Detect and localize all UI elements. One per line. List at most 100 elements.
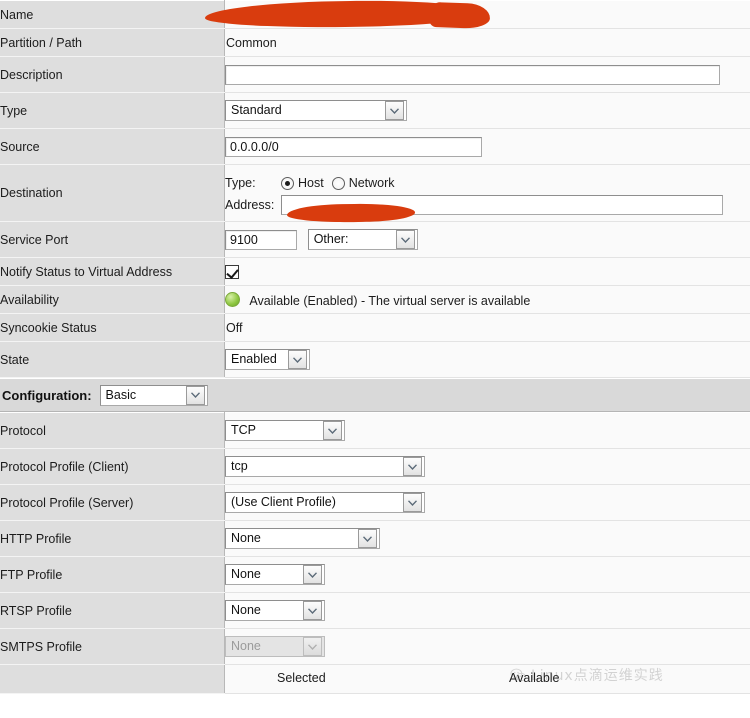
destination-address-input[interactable] <box>281 194 723 215</box>
row-service-port: Service Port Other: <box>0 221 750 258</box>
chevron-down-icon <box>403 457 422 476</box>
label-protocol-profile-server: Protocol Profile (Server) <box>0 484 225 521</box>
chevron-down-icon <box>303 637 322 656</box>
availability-status-text: Available (Enabled) - The virtual server… <box>249 293 531 308</box>
label-rtsp-profile: RTSP Profile <box>0 592 225 629</box>
rtsp-profile-value: None <box>231 603 261 617</box>
value-protocol-profile-client: tcp <box>224 448 750 485</box>
protocol-select-value: TCP <box>231 423 256 437</box>
chevron-down-icon <box>385 101 404 120</box>
destination-type-row: Type: Host Network <box>225 172 750 194</box>
value-smtps-profile: None <box>224 628 750 665</box>
value-description <box>224 56 750 93</box>
row-state: State Enabled <box>0 341 750 378</box>
protocol-profile-client-select[interactable]: tcp <box>225 456 425 477</box>
label-partition-path: Partition / Path <box>0 28 225 57</box>
notify-status-checkbox[interactable] <box>225 264 239 279</box>
value-rtsp-profile: None <box>224 592 750 629</box>
row-http-profile: HTTP Profile None <box>0 520 750 557</box>
value-state: Enabled <box>224 341 750 378</box>
destination-address-row: Address: <box>225 193 750 216</box>
state-select[interactable]: Enabled <box>225 349 310 370</box>
smtps-profile-select: None <box>225 636 325 657</box>
radio-host-icon[interactable] <box>281 176 294 190</box>
description-input[interactable] <box>225 64 720 85</box>
rtsp-profile-select[interactable]: None <box>225 600 325 621</box>
label-name: Name <box>0 0 225 29</box>
row-protocol: Protocol TCP <box>0 412 750 449</box>
label-profile-lists-spacer <box>0 664 225 694</box>
row-type: Type Standard <box>0 92 750 129</box>
label-notify-status: Notify Status to Virtual Address <box>0 257 225 286</box>
value-profile-lists-header: Selected Available <box>224 664 750 694</box>
state-select-value: Enabled <box>231 352 277 366</box>
virtual-server-properties-page: Name Partition / Path Common Description… <box>0 0 750 718</box>
chevron-down-icon <box>185 385 205 405</box>
ftp-profile-select[interactable]: None <box>225 564 325 585</box>
destination-type-label: Type: <box>225 176 256 190</box>
partition-path-value: Common <box>226 35 277 50</box>
label-smtps-profile: SMTPS Profile <box>0 628 225 665</box>
chevron-down-icon <box>403 493 422 512</box>
row-name: Name <box>0 0 750 29</box>
configuration-bar: Configuration: Basic <box>0 378 750 412</box>
label-protocol: Protocol <box>0 412 225 449</box>
chevron-down-icon <box>288 350 307 369</box>
service-port-preset-select[interactable]: Other: <box>307 229 418 250</box>
label-ftp-profile: FTP Profile <box>0 556 225 593</box>
configuration-mode-select[interactable]: Basic <box>99 384 208 406</box>
label-protocol-profile-client: Protocol Profile (Client) <box>0 448 225 485</box>
type-select[interactable]: Standard <box>225 100 407 121</box>
service-port-input[interactable] <box>225 229 297 250</box>
protocol-profile-server-select[interactable]: (Use Client Profile) <box>225 492 425 513</box>
protocol-profile-server-value: (Use Client Profile) <box>231 495 336 509</box>
status-available-icon <box>225 291 240 307</box>
value-protocol-profile-server: (Use Client Profile) <box>224 484 750 521</box>
http-profile-value: None <box>231 531 261 545</box>
row-rtsp-profile: RTSP Profile None <box>0 592 750 629</box>
configuration-title: Configuration: <box>2 387 92 403</box>
row-syncookie-status: Syncookie Status Off <box>0 313 750 342</box>
value-protocol: TCP <box>224 412 750 449</box>
configuration-mode-value: Basic <box>105 387 137 402</box>
chevron-down-icon <box>303 565 322 584</box>
label-http-profile: HTTP Profile <box>0 520 225 557</box>
row-availability: Availability Available (Enabled) - The v… <box>0 285 750 314</box>
row-profile-lists-header: Selected Available <box>0 664 750 694</box>
row-partition-path: Partition / Path Common <box>0 28 750 57</box>
row-source: Source <box>0 128 750 165</box>
row-ftp-profile: FTP Profile None <box>0 556 750 593</box>
source-input[interactable] <box>225 136 482 157</box>
service-port-preset-value: Other: <box>313 232 349 246</box>
protocol-profile-client-value: tcp <box>231 459 248 473</box>
value-availability: Available (Enabled) - The virtual server… <box>224 285 750 314</box>
available-column-header: Available <box>509 671 560 685</box>
value-partition-path: Common <box>224 28 750 57</box>
label-syncookie-status: Syncookie Status <box>0 313 225 342</box>
protocol-select[interactable]: TCP <box>225 420 345 441</box>
radio-network-icon[interactable] <box>331 176 345 190</box>
chevron-down-icon <box>358 529 377 548</box>
ftp-profile-value: None <box>231 567 261 581</box>
label-state: State <box>0 341 225 378</box>
destination-type-host-option[interactable]: Host <box>281 176 332 190</box>
value-ftp-profile: None <box>224 556 750 593</box>
http-profile-select[interactable]: None <box>225 528 380 549</box>
row-description: Description <box>0 56 750 93</box>
value-type: Standard <box>224 92 750 129</box>
value-syncookie-status: Off <box>224 313 750 342</box>
destination-label-text: Destination <box>0 186 63 200</box>
row-destination: Destination Type: Host Network Address: <box>0 164 750 222</box>
row-protocol-profile-client: Protocol Profile (Client) tcp <box>0 448 750 485</box>
label-destination: Destination <box>0 164 225 222</box>
configuration-properties-table: Protocol TCP Protocol Profile (Client) t… <box>0 412 750 694</box>
destination-address-label: Address: <box>225 197 275 212</box>
value-destination: Type: Host Network Address: <box>224 164 750 222</box>
destination-type-network-option[interactable]: Network <box>331 176 395 190</box>
selected-column-header: Selected <box>277 671 326 685</box>
value-name <box>224 0 750 29</box>
value-http-profile: None <box>224 520 750 557</box>
general-properties-table: Name Partition / Path Common Description… <box>0 0 750 378</box>
value-source <box>224 128 750 165</box>
value-service-port: Other: <box>224 221 750 258</box>
